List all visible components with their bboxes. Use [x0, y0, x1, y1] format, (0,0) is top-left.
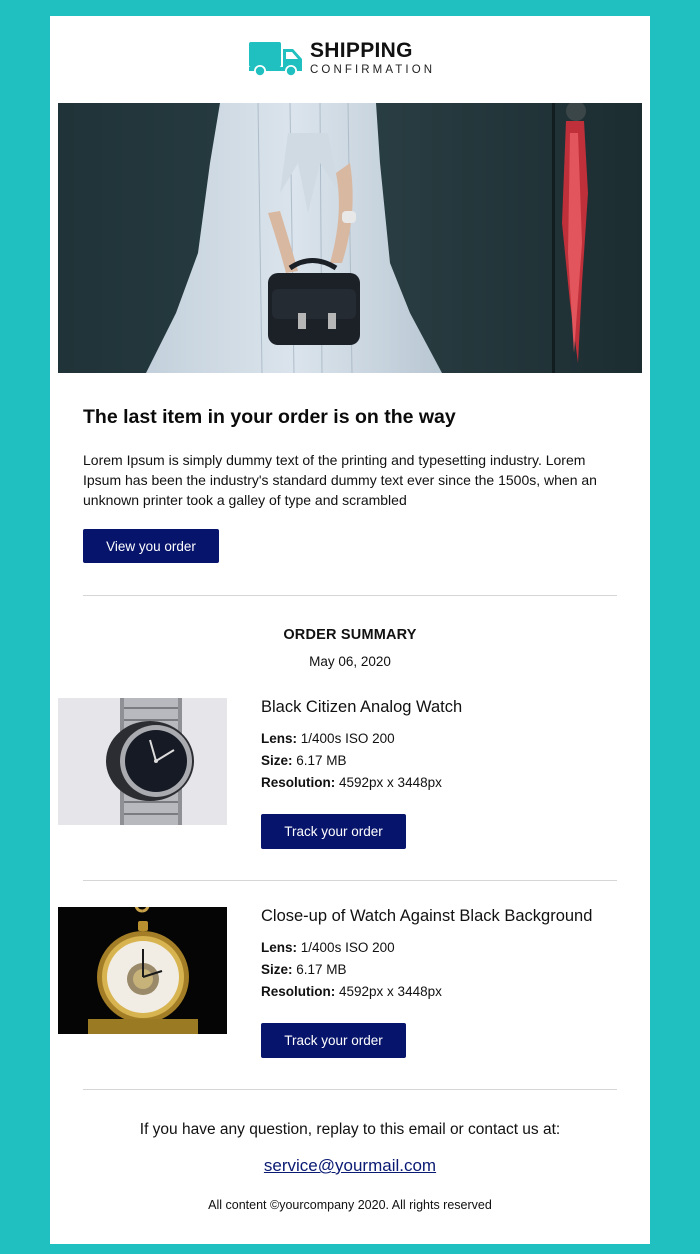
- brand-logo: SHIPPING CONFIRMATION: [249, 38, 459, 80]
- email-container: SHIPPING CONFIRMATION The last item in y…: [50, 16, 650, 1244]
- hero-image: [58, 103, 642, 373]
- truck-icon: [249, 42, 302, 77]
- product-name: Close-up of Watch Against Black Backgrou…: [261, 907, 593, 925]
- footer-question: If you have any question, replay to this…: [139, 1121, 561, 1138]
- divider: [83, 880, 617, 881]
- lens-label: Lens:: [261, 940, 298, 955]
- product-size: Size: 6.17 MB: [261, 753, 347, 768]
- view-order-button[interactable]: View you order: [83, 529, 219, 563]
- resolution-label: Resolution:: [261, 775, 336, 790]
- track-order-button[interactable]: Track your order: [261, 1023, 406, 1058]
- size-value: 6.17 MB: [296, 962, 347, 977]
- footer-copyright: All content ©yourcompany 2020. All right…: [208, 1198, 492, 1212]
- lens-value: 1/400s ISO 200: [300, 940, 395, 955]
- brand-subtitle: CONFIRMATION: [310, 64, 436, 76]
- intro-body: Lorem Ipsum is simply dummy text of the …: [83, 452, 597, 508]
- size-label: Size:: [261, 753, 293, 768]
- intro-heading: The last item in your order is on the wa…: [83, 406, 456, 428]
- product-lens: Lens: 1/400s ISO 200: [261, 940, 395, 955]
- product-resolution: Resolution: 4592px x 3448px: [261, 775, 442, 790]
- analog-watch-photo: [58, 698, 227, 825]
- size-value: 6.17 MB: [296, 753, 347, 768]
- lens-label: Lens:: [261, 731, 298, 746]
- resolution-value: 4592px x 3448px: [339, 984, 442, 999]
- resolution-value: 4592px x 3448px: [339, 775, 442, 790]
- lens-value: 1/400s ISO 200: [300, 731, 395, 746]
- brand-title: SHIPPING: [310, 39, 413, 62]
- product-size: Size: 6.17 MB: [261, 962, 347, 977]
- size-label: Size:: [261, 962, 293, 977]
- track-order-button[interactable]: Track your order: [261, 814, 406, 849]
- product-image-pocket-watch: [58, 907, 227, 1034]
- product-lens: Lens: 1/400s ISO 200: [261, 731, 395, 746]
- pocket-watch-photo: [58, 907, 227, 1034]
- hero-photo: [58, 103, 642, 373]
- product-image-watch: [58, 698, 227, 825]
- order-summary-date: May 06, 2020: [309, 654, 391, 669]
- resolution-label: Resolution:: [261, 984, 336, 999]
- email-header: SHIPPING CONFIRMATION: [50, 16, 650, 103]
- product-name: Black Citizen Analog Watch: [261, 698, 463, 716]
- order-summary-title: ORDER SUMMARY: [283, 627, 417, 643]
- footer-email: service@yourmail.com: [50, 1156, 650, 1176]
- divider: [83, 595, 617, 596]
- support-email-link[interactable]: service@yourmail.com: [264, 1156, 436, 1175]
- product-resolution: Resolution: 4592px x 3448px: [261, 984, 442, 999]
- divider: [83, 1089, 617, 1090]
